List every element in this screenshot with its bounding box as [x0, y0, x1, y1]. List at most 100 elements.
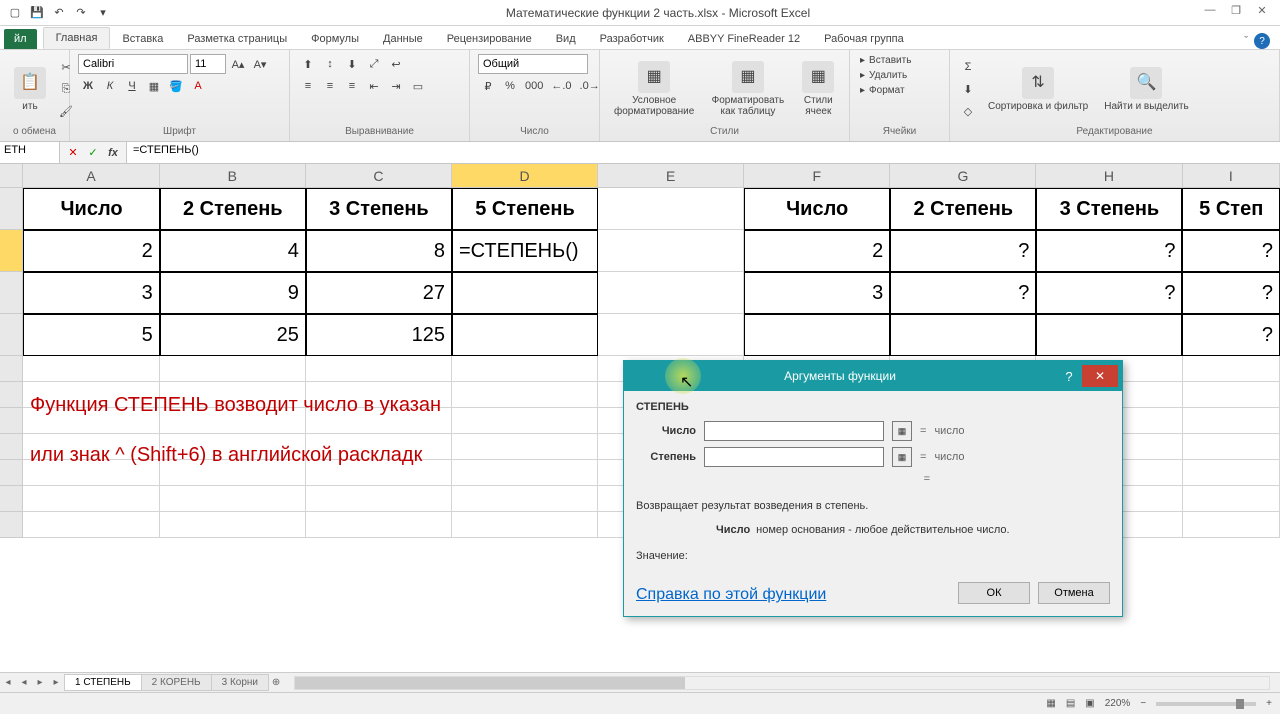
cell[interactable] [160, 486, 306, 512]
decimal-dec-icon[interactable]: .0→ [577, 76, 603, 96]
cell[interactable] [452, 434, 598, 460]
cell[interactable]: ? [890, 272, 1036, 314]
column-header[interactable]: I [1183, 164, 1280, 188]
merge-icon[interactable]: ▭ [408, 76, 428, 96]
tab-review[interactable]: Рецензирование [435, 29, 544, 49]
tab-home[interactable]: Главная [43, 27, 111, 49]
row-header[interactable] [0, 314, 23, 356]
tab-view[interactable]: Вид [544, 29, 588, 49]
align-middle-icon[interactable]: ↕ [320, 54, 340, 74]
cell[interactable] [598, 188, 744, 230]
font-color-button[interactable]: A [188, 76, 208, 96]
cell[interactable]: 9 [160, 272, 306, 314]
cell[interactable]: 2 [23, 230, 159, 272]
cell[interactable] [452, 408, 598, 434]
undo-icon[interactable]: ↶ [50, 4, 68, 22]
cell[interactable] [23, 486, 159, 512]
cell[interactable] [452, 272, 598, 314]
cell[interactable]: 3 [744, 272, 890, 314]
sheet-nav-last-icon[interactable]: ▸ [48, 677, 64, 688]
align-top-icon[interactable]: ⬆ [298, 54, 318, 74]
save-icon[interactable]: 💾 [28, 4, 46, 22]
number-format-combo[interactable]: Общий [478, 54, 588, 74]
zoom-value[interactable]: 220% [1105, 698, 1131, 709]
arg-number-range-icon[interactable]: ▦ [892, 421, 912, 441]
zoom-slider[interactable] [1156, 702, 1256, 706]
column-header[interactable]: F [744, 164, 890, 188]
horizontal-scrollbar[interactable] [294, 676, 1270, 690]
dialog-help-icon[interactable]: ? [1056, 369, 1082, 384]
cell[interactable] [23, 356, 159, 382]
cell[interactable]: 27 [306, 272, 452, 314]
tab-workgroup[interactable]: Рабочая группа [812, 29, 916, 49]
cell[interactable] [744, 314, 890, 356]
font-grow-icon[interactable]: A▴ [228, 54, 248, 74]
cell[interactable]: 8 [306, 230, 452, 272]
cell[interactable]: 4 [160, 230, 306, 272]
tab-insert[interactable]: Вставка [110, 29, 175, 49]
cell[interactable] [1183, 512, 1280, 538]
cell[interactable]: 3 Степень [1036, 188, 1182, 230]
arg-power-input[interactable] [704, 447, 884, 467]
italic-button[interactable]: К [100, 76, 120, 96]
sort-filter-button[interactable]: ⇅Сортировка и фильтр [982, 65, 1094, 114]
bold-button[interactable]: Ж [78, 76, 98, 96]
cancel-formula-icon[interactable]: ✕ [64, 146, 82, 159]
row-header[interactable] [0, 188, 23, 230]
cell[interactable] [1183, 460, 1280, 486]
cell[interactable] [306, 512, 452, 538]
column-header[interactable]: E [598, 164, 744, 188]
tab-page-layout[interactable]: Разметка страницы [175, 29, 299, 49]
row-header[interactable] [0, 356, 23, 382]
cell[interactable]: 3 [23, 272, 159, 314]
border-button[interactable]: ▦ [144, 76, 164, 96]
cell[interactable]: 2 Степень [160, 188, 306, 230]
cell[interactable] [452, 382, 598, 408]
cell[interactable]: =СТЕПЕНЬ() [452, 230, 598, 272]
ok-button[interactable]: ОК [958, 582, 1030, 604]
orientation-icon[interactable]: ⤢ [364, 54, 384, 74]
find-select-button[interactable]: 🔍Найти и выделить [1098, 65, 1194, 114]
cell[interactable]: 125 [306, 314, 452, 356]
comma-icon[interactable]: 000 [522, 76, 546, 96]
cell[interactable] [598, 230, 744, 272]
row-header[interactable] [0, 272, 23, 314]
select-all-corner[interactable] [0, 164, 23, 188]
excel-icon[interactable]: ▢ [6, 4, 24, 22]
ribbon-collapse-icon[interactable]: ˇ [1244, 35, 1248, 47]
name-box[interactable]: ЕТН [0, 142, 60, 163]
cell[interactable]: 2 Степень [890, 188, 1036, 230]
font-size-combo[interactable]: 11 [190, 54, 226, 74]
fx-icon[interactable]: fx [104, 147, 122, 159]
formula-input[interactable]: =СТЕПЕНЬ() [126, 142, 1280, 163]
clear-icon[interactable]: ◇ [958, 101, 978, 121]
redo-icon[interactable]: ↷ [72, 4, 90, 22]
cell[interactable]: ? [1182, 272, 1280, 314]
sheet-nav-next-icon[interactable]: ▸ [32, 677, 48, 688]
currency-icon[interactable]: ₽ [478, 76, 498, 96]
cell[interactable] [598, 314, 744, 356]
indent-dec-icon[interactable]: ⇤ [364, 76, 384, 96]
cell[interactable]: Число [744, 188, 890, 230]
cell[interactable] [452, 486, 598, 512]
row-header[interactable] [0, 460, 23, 486]
maximize-button[interactable]: ❐ [1224, 4, 1248, 22]
zoom-in-icon[interactable]: + [1266, 698, 1272, 709]
cell[interactable]: 2 [744, 230, 890, 272]
fill-icon[interactable]: ⬇ [958, 79, 978, 99]
cell[interactable] [1183, 486, 1280, 512]
cell-styles-button[interactable]: ▦Стили ячеек [796, 59, 841, 119]
column-header[interactable]: A [23, 164, 159, 188]
cell[interactable] [306, 486, 452, 512]
view-layout-icon[interactable]: ▤ [1066, 698, 1075, 709]
column-header[interactable]: D [452, 164, 598, 188]
tab-developer[interactable]: Разработчик [588, 29, 676, 49]
cell[interactable] [452, 356, 598, 382]
format-cells-button[interactable]: ▸Формат [858, 84, 907, 97]
align-center-icon[interactable]: ≡ [320, 76, 340, 96]
column-header[interactable]: G [890, 164, 1036, 188]
zoom-out-icon[interactable]: − [1140, 698, 1146, 709]
row-header[interactable] [0, 512, 23, 538]
tab-file[interactable]: йл [4, 29, 37, 49]
cell[interactable] [160, 512, 306, 538]
